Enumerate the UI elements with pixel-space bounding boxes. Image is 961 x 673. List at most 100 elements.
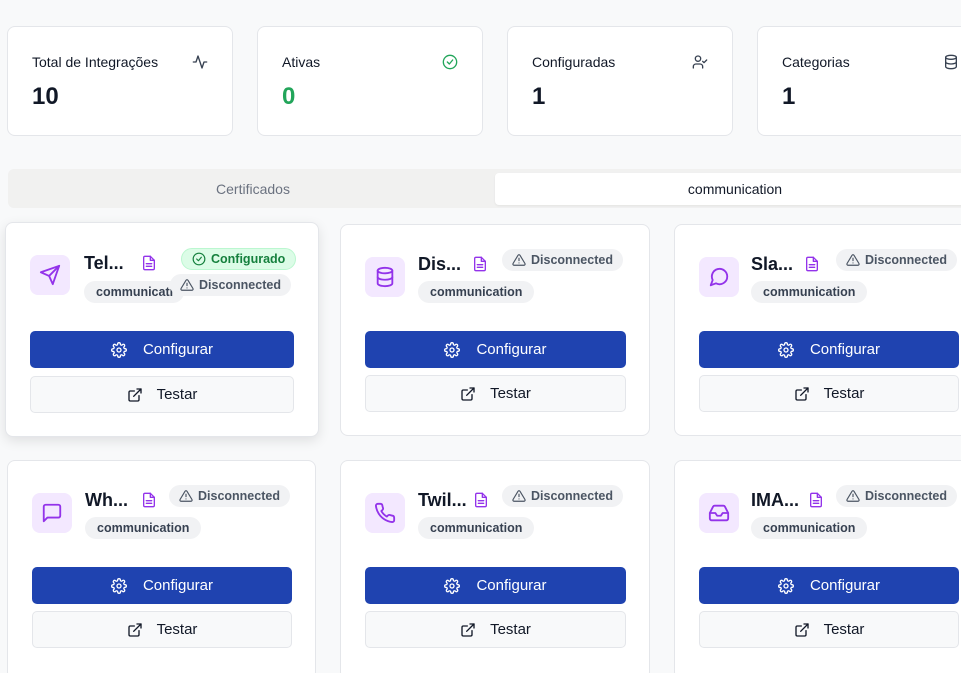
test-label: Testar <box>490 621 531 638</box>
integration-name: Dis... <box>418 254 462 274</box>
settings-icon <box>444 341 461 358</box>
integration-card: Twil... Disconnected communication Confi… <box>340 460 650 673</box>
test-button[interactable]: Testar <box>32 611 292 648</box>
category-badge: communication <box>751 281 868 303</box>
phone-icon <box>375 502 396 523</box>
user-check-icon <box>692 55 708 69</box>
status-label: Disconnected <box>199 278 281 292</box>
test-label: Testar <box>823 621 865 638</box>
status-badge: Disconnected <box>836 485 957 507</box>
app-icon-box <box>699 257 739 297</box>
alert-triangle-icon <box>512 254 526 266</box>
status-badge: Disconnected <box>836 249 957 271</box>
message-square-icon <box>42 503 62 523</box>
status-badge: Disconnected <box>169 485 290 507</box>
status-badge: Disconnected <box>170 274 291 296</box>
configure-label: Configurar <box>142 577 214 594</box>
status-label: Disconnected <box>531 253 613 267</box>
test-label: Testar <box>156 621 198 638</box>
settings-icon <box>778 341 794 358</box>
integration-card: Tel... Configurado communicati Disconnec… <box>5 222 319 437</box>
test-button[interactable]: Testar <box>699 611 959 648</box>
configure-button[interactable]: Configurar <box>699 331 959 368</box>
test-label: Testar <box>156 386 198 403</box>
stat-card-total: Total de Integrações 10 <box>7 26 233 136</box>
documentation-icon[interactable] <box>141 255 157 271</box>
stat-value: 0 <box>282 83 296 110</box>
settings-icon <box>778 577 794 594</box>
app-icon-box <box>699 493 739 533</box>
status-label: Disconnected <box>198 489 280 503</box>
database-icon <box>376 266 394 288</box>
documentation-icon[interactable] <box>473 492 489 508</box>
configure-label: Configurar <box>809 577 881 594</box>
category-tabs: Certificados communication <box>8 169 961 208</box>
test-button[interactable]: Testar <box>365 375 626 412</box>
integration-card: Sla... Disconnected communication Config… <box>674 224 961 436</box>
database-icon <box>945 54 957 70</box>
stat-label: Categorias <box>782 54 850 70</box>
configure-button[interactable]: Configurar <box>365 331 626 368</box>
send-icon <box>39 264 61 286</box>
stat-label: Ativas <box>282 54 321 70</box>
app-icon-box <box>32 493 72 533</box>
settings-icon <box>444 577 461 594</box>
configure-button[interactable]: Configurar <box>699 567 959 604</box>
test-label: Testar <box>490 385 531 402</box>
settings-icon <box>111 341 127 358</box>
external-link-icon <box>127 622 142 637</box>
documentation-icon[interactable] <box>141 492 157 508</box>
activity-icon <box>192 55 208 69</box>
category-badge: communication <box>751 517 868 539</box>
configure-label: Configurar <box>476 577 547 594</box>
alert-triangle-icon <box>846 490 860 502</box>
integration-name: IMA... <box>751 490 799 510</box>
configure-label: Configurar <box>476 341 547 358</box>
external-link-icon <box>127 387 142 402</box>
external-link-icon <box>794 386 809 401</box>
stat-value: 1 <box>782 83 796 110</box>
message-circle-icon <box>709 267 729 287</box>
configure-label: Configurar <box>142 341 214 358</box>
category-badge: communication <box>85 517 202 539</box>
configure-button[interactable]: Configurar <box>32 567 292 604</box>
stat-label: Total de Integrações <box>32 54 159 70</box>
alert-triangle-icon <box>180 279 194 291</box>
test-button[interactable]: Testar <box>699 375 959 412</box>
stat-label: Configuradas <box>532 54 616 70</box>
integration-name: Sla... <box>751 254 794 274</box>
integration-name: Twil... <box>418 490 467 510</box>
status-label: Disconnected <box>865 253 947 267</box>
documentation-icon[interactable] <box>472 256 488 272</box>
configure-button[interactable]: Configurar <box>365 567 626 604</box>
configure-label: Configurar <box>809 341 881 358</box>
configured-label: Configurado <box>211 252 286 266</box>
stat-card-active: Ativas 0 <box>257 26 483 136</box>
documentation-icon[interactable] <box>804 256 820 272</box>
test-button[interactable]: Testar <box>365 611 626 648</box>
alert-triangle-icon <box>512 490 526 502</box>
app-icon-box <box>365 257 405 297</box>
integration-name: Tel... <box>84 253 124 273</box>
status-label: Disconnected <box>531 489 613 503</box>
category-badge: communication <box>418 281 535 303</box>
test-button[interactable]: Testar <box>30 376 294 413</box>
stat-value: 10 <box>32 83 59 110</box>
integration-name: Wh... <box>85 490 128 510</box>
check-circle-icon <box>192 252 206 266</box>
test-label: Testar <box>823 385 865 402</box>
tab-communication[interactable]: communication <box>495 173 961 205</box>
configure-button[interactable]: Configurar <box>30 331 294 368</box>
app-icon-box <box>365 493 405 533</box>
stat-card-configured: Configuradas 1 <box>507 26 733 136</box>
check-circle-icon <box>442 54 458 70</box>
stat-value: 1 <box>532 83 546 110</box>
tab-certificados[interactable]: Certificados <box>8 173 498 205</box>
integration-card: Dis... Disconnected communication Config… <box>340 224 650 436</box>
external-link-icon <box>794 622 809 637</box>
external-link-icon <box>461 622 475 637</box>
documentation-icon[interactable] <box>808 492 824 508</box>
status-badge: Disconnected <box>502 485 623 507</box>
configured-badge: Configurado <box>181 248 297 270</box>
category-badge: communication <box>418 517 535 539</box>
